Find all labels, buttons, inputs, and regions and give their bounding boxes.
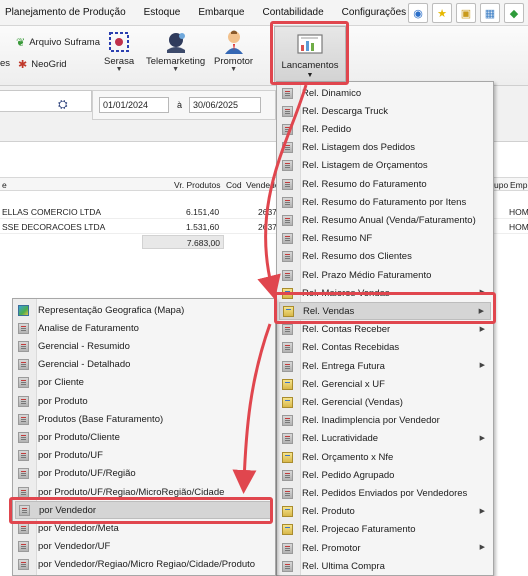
callout-arrows — [232, 84, 308, 494]
arrow-to-rel-vendas — [257, 84, 308, 300]
arrow-to-por-vendedor — [232, 323, 272, 494]
